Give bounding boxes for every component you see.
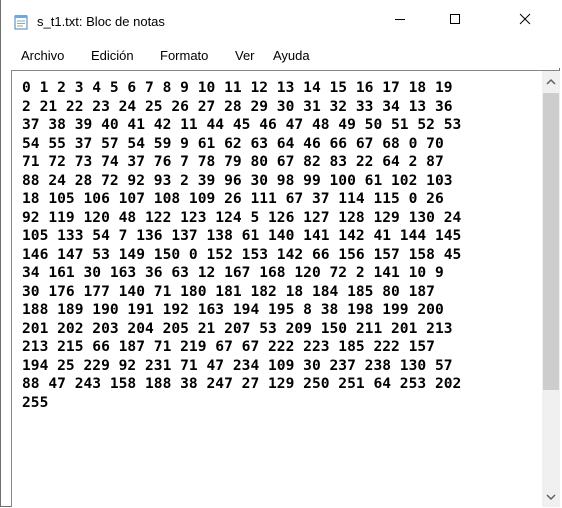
- editor-text[interactable]: 0 1 2 3 4 5 6 7 8 9 10 11 12 13 14 15 16…: [22, 79, 542, 499]
- text-line: 92 119 120 48 122 123 124 5 126 127 128 …: [22, 208, 462, 226]
- text-line: 30 176 177 140 71 180 181 182 18 184 185…: [22, 282, 435, 300]
- menu-bar: Archivo Edición Formato Ver Ayuda: [1, 42, 561, 68]
- close-button[interactable]: [502, 0, 548, 42]
- text-line: 88 47 243 158 188 38 247 27 129 250 251 …: [22, 375, 462, 392]
- text-line: 88 24 28 72 92 93 2 39 96 30 98 99 100 6…: [22, 171, 453, 189]
- notepad-icon: [13, 14, 29, 30]
- scroll-up-button[interactable]: [542, 73, 560, 91]
- text-line: 71 72 73 74 37 76 7 78 79 80 67 82 83 22…: [22, 153, 444, 170]
- text-line: 2 21 22 23 24 25 26 27 28 29 30 31 32 33…: [22, 97, 453, 115]
- menu-archivo[interactable]: Archivo: [21, 48, 64, 63]
- minimize-icon: [394, 12, 406, 30]
- maximize-button[interactable]: [432, 0, 478, 42]
- scroll-thumb[interactable]: [543, 93, 559, 390]
- text-line: 213 215 66 187 71 219 67 67 222 223 185 …: [22, 338, 435, 355]
- menu-edicion[interactable]: Edición: [91, 48, 134, 63]
- text-line: 188 189 190 191 192 163 194 195 8 38 198…: [22, 301, 444, 318]
- minimize-button[interactable]: [377, 0, 423, 42]
- text-line: 37 38 39 40 41 42 11 44 45 46 47 48 49 5…: [22, 116, 462, 133]
- text-editor[interactable]: 0 1 2 3 4 5 6 7 8 9 10 11 12 13 14 15 16…: [11, 70, 560, 507]
- text-line: 54 55 37 57 54 59 9 61 62 63 64 46 66 67…: [22, 134, 444, 152]
- scroll-down-button[interactable]: [542, 488, 560, 506]
- chevron-up-icon: [546, 73, 556, 91]
- text-line: 146 147 53 149 150 0 152 153 142 66 156 …: [22, 245, 462, 263]
- window-title: s_t1.txt: Bloc de notas: [37, 14, 165, 29]
- text-line: 105 133 54 7 136 137 138 61 140 141 142 …: [22, 227, 462, 244]
- menu-ver[interactable]: Ver: [235, 48, 255, 63]
- text-line: 194 25 229 92 231 71 47 234 109 30 237 2…: [22, 356, 453, 374]
- title-bar[interactable]: s_t1.txt: Bloc de notas: [1, 0, 561, 42]
- text-line: 255: [22, 393, 49, 411]
- maximize-icon: [449, 12, 461, 30]
- menu-ayuda[interactable]: Ayuda: [273, 48, 310, 63]
- text-line: 201 202 203 204 205 21 207 53 209 150 21…: [22, 319, 453, 337]
- text-line: 34 161 30 163 36 63 12 167 168 120 72 2 …: [22, 264, 444, 281]
- text-line: 18 105 106 107 108 109 26 111 67 37 114 …: [22, 190, 444, 207]
- close-icon: [519, 12, 531, 30]
- chevron-down-icon: [546, 488, 556, 506]
- menu-formato[interactable]: Formato: [160, 48, 208, 63]
- text-line: 0 1 2 3 4 5 6 7 8 9 10 11 12 13 14 15 16…: [22, 79, 453, 96]
- notepad-window: s_t1.txt: Bloc de notas Archivo Edición …: [0, 0, 561, 507]
- vertical-scrollbar[interactable]: [542, 71, 560, 507]
